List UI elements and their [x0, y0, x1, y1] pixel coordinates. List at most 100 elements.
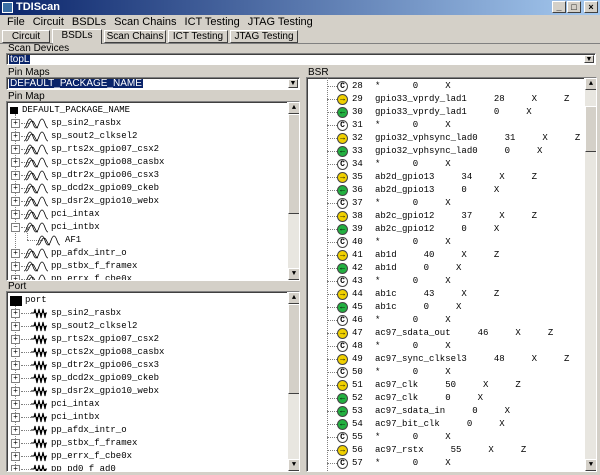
- pin-map-item[interactable]: + pp_errx_f_cbe0x: [7, 273, 285, 280]
- pin-map-scrollbar[interactable]: ▲ ▼: [287, 102, 299, 280]
- pin-map-item[interactable]: − pci_intbx: [7, 221, 285, 234]
- bsr-row[interactable]: C 57 * 0 X: [307, 457, 587, 470]
- expand-icon[interactable]: +: [11, 197, 20, 206]
- expand-icon[interactable]: +: [11, 210, 20, 219]
- bsr-row[interactable]: ← 53 ac97_sdata_in 0 X: [307, 405, 587, 418]
- bsr-row[interactable]: → 38 ab2c_gpio12 37 X Z: [307, 210, 587, 223]
- scan-devices-select[interactable]: topL ▼: [6, 53, 596, 65]
- port-item[interactable]: + sp_dsr2x_gpio10_webx: [7, 385, 285, 398]
- expand-icon[interactable]: +: [11, 262, 20, 271]
- port-item[interactable]: + pp_pd0_f_ad0: [7, 463, 285, 471]
- expand-icon[interactable]: +: [11, 374, 20, 383]
- port-item[interactable]: + pci_intbx: [7, 411, 285, 424]
- expand-icon[interactable]: +: [11, 361, 20, 370]
- tab-circuit[interactable]: Circuit: [2, 30, 50, 43]
- port-item[interactable]: + pp_afdx_intr_o: [7, 424, 285, 437]
- expand-icon[interactable]: +: [11, 145, 20, 154]
- pin-map-item[interactable]: + sp_dtr2x_gpio06_csx3: [7, 169, 285, 182]
- menu-file[interactable]: File: [3, 15, 29, 29]
- expand-icon[interactable]: +: [11, 119, 20, 128]
- pin-map-item[interactable]: + pci_intax: [7, 208, 285, 221]
- port-tree[interactable]: port + sp_sin2_rasbx + sp_sout2_clksel2 + sp_…: [6, 291, 300, 472]
- port-item[interactable]: + sp_cts2x_gpio08_casbx: [7, 346, 285, 359]
- expand-icon[interactable]: +: [11, 439, 20, 448]
- expand-icon[interactable]: +: [11, 132, 20, 141]
- bsr-row[interactable]: C 40 * 0 X: [307, 236, 587, 249]
- bsr-row[interactable]: C 28 * 0 X: [307, 80, 587, 93]
- pin-map-child[interactable]: AF1: [7, 228, 285, 247]
- pin-map-item[interactable]: + sp_dcd2x_gpio09_ckeb: [7, 182, 285, 195]
- expand-icon[interactable]: +: [11, 158, 20, 167]
- expand-icon[interactable]: +: [11, 400, 20, 409]
- bsr-row[interactable]: → 35 ab2d_gpio13 34 X Z: [307, 171, 587, 184]
- port-item[interactable]: + pp_stbx_f_framex: [7, 437, 285, 450]
- menu-jtag-testing[interactable]: JTAG Testing: [244, 15, 317, 29]
- chevron-down-icon[interactable]: ▼: [288, 79, 298, 88]
- bsr-row[interactable]: C 50 * 0 X: [307, 366, 587, 379]
- bsr-row[interactable]: C 46 * 0 X: [307, 314, 587, 327]
- bsr-row[interactable]: C 31 * 0 X: [307, 119, 587, 132]
- minimize-button[interactable]: _: [552, 1, 566, 13]
- expand-icon[interactable]: +: [11, 171, 20, 180]
- expand-icon[interactable]: +: [11, 249, 20, 258]
- pin-maps-select[interactable]: DEFAULT_PACKAGE_NAME ▼: [6, 77, 300, 90]
- bsr-row[interactable]: ← 30 gpio33_vprdy_lad1 0 X: [307, 106, 587, 119]
- pin-map-item[interactable]: + sp_sout2_clksel2: [7, 130, 285, 143]
- bsr-row[interactable]: C 43 * 0 X: [307, 275, 587, 288]
- scroll-up-icon[interactable]: ▲: [288, 292, 299, 304]
- close-button[interactable]: ×: [584, 1, 598, 13]
- bsr-row[interactable]: C 34 * 0 X: [307, 158, 587, 171]
- bsr-row[interactable]: ← 39 ab2c_gpio12 0 X: [307, 223, 587, 236]
- port-item[interactable]: + sp_rts2x_gpio07_csx2: [7, 333, 285, 346]
- bsr-scrollbar[interactable]: ▲ ▼: [584, 78, 596, 471]
- expand-icon[interactable]: +: [11, 426, 20, 435]
- expand-icon[interactable]: +: [11, 452, 20, 461]
- tab-scan-chains[interactable]: Scan Chains: [104, 30, 166, 43]
- bsr-row[interactable]: → 29 gpio33_vprdy_lad1 28 X Z: [307, 93, 587, 106]
- menu-ict-testing[interactable]: ICT Testing: [181, 15, 244, 29]
- expand-icon[interactable]: +: [11, 348, 20, 357]
- bsr-row[interactable]: → 58 ac97_pc_beep_vmid 57 X Z: [307, 470, 587, 471]
- menu-circuit[interactable]: Circuit: [29, 15, 68, 29]
- scroll-up-icon[interactable]: ▲: [585, 78, 596, 90]
- scroll-down-icon[interactable]: ▼: [585, 459, 596, 471]
- scroll-thumb[interactable]: [288, 114, 299, 214]
- pin-map-item[interactable]: + pp_afdx_intr_o: [7, 247, 285, 260]
- expand-icon[interactable]: +: [11, 335, 20, 344]
- pin-map-item[interactable]: + pp_stbx_f_framex: [7, 260, 285, 273]
- expand-icon[interactable]: +: [11, 413, 20, 422]
- port-scrollbar[interactable]: ▲ ▼: [287, 292, 299, 471]
- bsr-row[interactable]: ← 45 ab1c 0 X: [307, 301, 587, 314]
- expand-icon[interactable]: +: [11, 184, 20, 193]
- bsr-row[interactable]: C 55 * 0 X: [307, 431, 587, 444]
- bsr-row[interactable]: C 37 * 0 X: [307, 197, 587, 210]
- scroll-up-icon[interactable]: ▲: [288, 102, 299, 114]
- bsr-row[interactable]: → 56 ac97_rstx 55 X Z: [307, 444, 587, 457]
- scroll-thumb[interactable]: [288, 304, 299, 394]
- bsr-row[interactable]: → 47 ac97_sdata_out 46 X Z: [307, 327, 587, 340]
- scroll-down-icon[interactable]: ▼: [288, 459, 299, 471]
- menu-scan-chains[interactable]: Scan Chains: [110, 15, 180, 29]
- maximize-button[interactable]: □: [567, 1, 581, 13]
- port-item[interactable]: + sp_dtr2x_gpio06_csx3: [7, 359, 285, 372]
- tab-bsdls[interactable]: BSDLs: [52, 29, 102, 44]
- menu-bsdls[interactable]: BSDLs: [68, 15, 110, 29]
- expand-icon[interactable]: +: [11, 322, 20, 331]
- bsr-row[interactable]: ← 36 ab2d_gpio13 0 X: [307, 184, 587, 197]
- port-item[interactable]: + sp_dcd2x_gpio09_ckeb: [7, 372, 285, 385]
- pin-map-item[interactable]: + sp_rts2x_gpio07_csx2: [7, 143, 285, 156]
- chevron-down-icon[interactable]: ▼: [584, 55, 594, 63]
- bsr-row[interactable]: → 32 gpio32_vphsync_lad0 31 X Z: [307, 132, 587, 145]
- expand-icon[interactable]: +: [11, 465, 20, 471]
- bsr-row[interactable]: C 48 * 0 X: [307, 340, 587, 353]
- expand-icon[interactable]: +: [11, 387, 20, 396]
- tab-jtag-testing[interactable]: JTAG Testing: [230, 30, 298, 43]
- bsr-row[interactable]: → 41 ab1d 40 X Z: [307, 249, 587, 262]
- pin-map-item[interactable]: + sp_dsr2x_gpio10_webx: [7, 195, 285, 208]
- pin-map-item[interactable]: + sp_sin2_rasbx: [7, 117, 285, 130]
- bsr-row[interactable]: → 51 ac97_clk 50 X Z: [307, 379, 587, 392]
- port-item[interactable]: + sp_sout2_clksel2: [7, 320, 285, 333]
- pin-map-tree[interactable]: DEFAULT_PACKAGE_NAME + sp_sin2_rasbx + sp_s…: [6, 101, 300, 281]
- expand-icon[interactable]: +: [11, 309, 20, 318]
- pin-map-item[interactable]: + sp_cts2x_gpio08_casbx: [7, 156, 285, 169]
